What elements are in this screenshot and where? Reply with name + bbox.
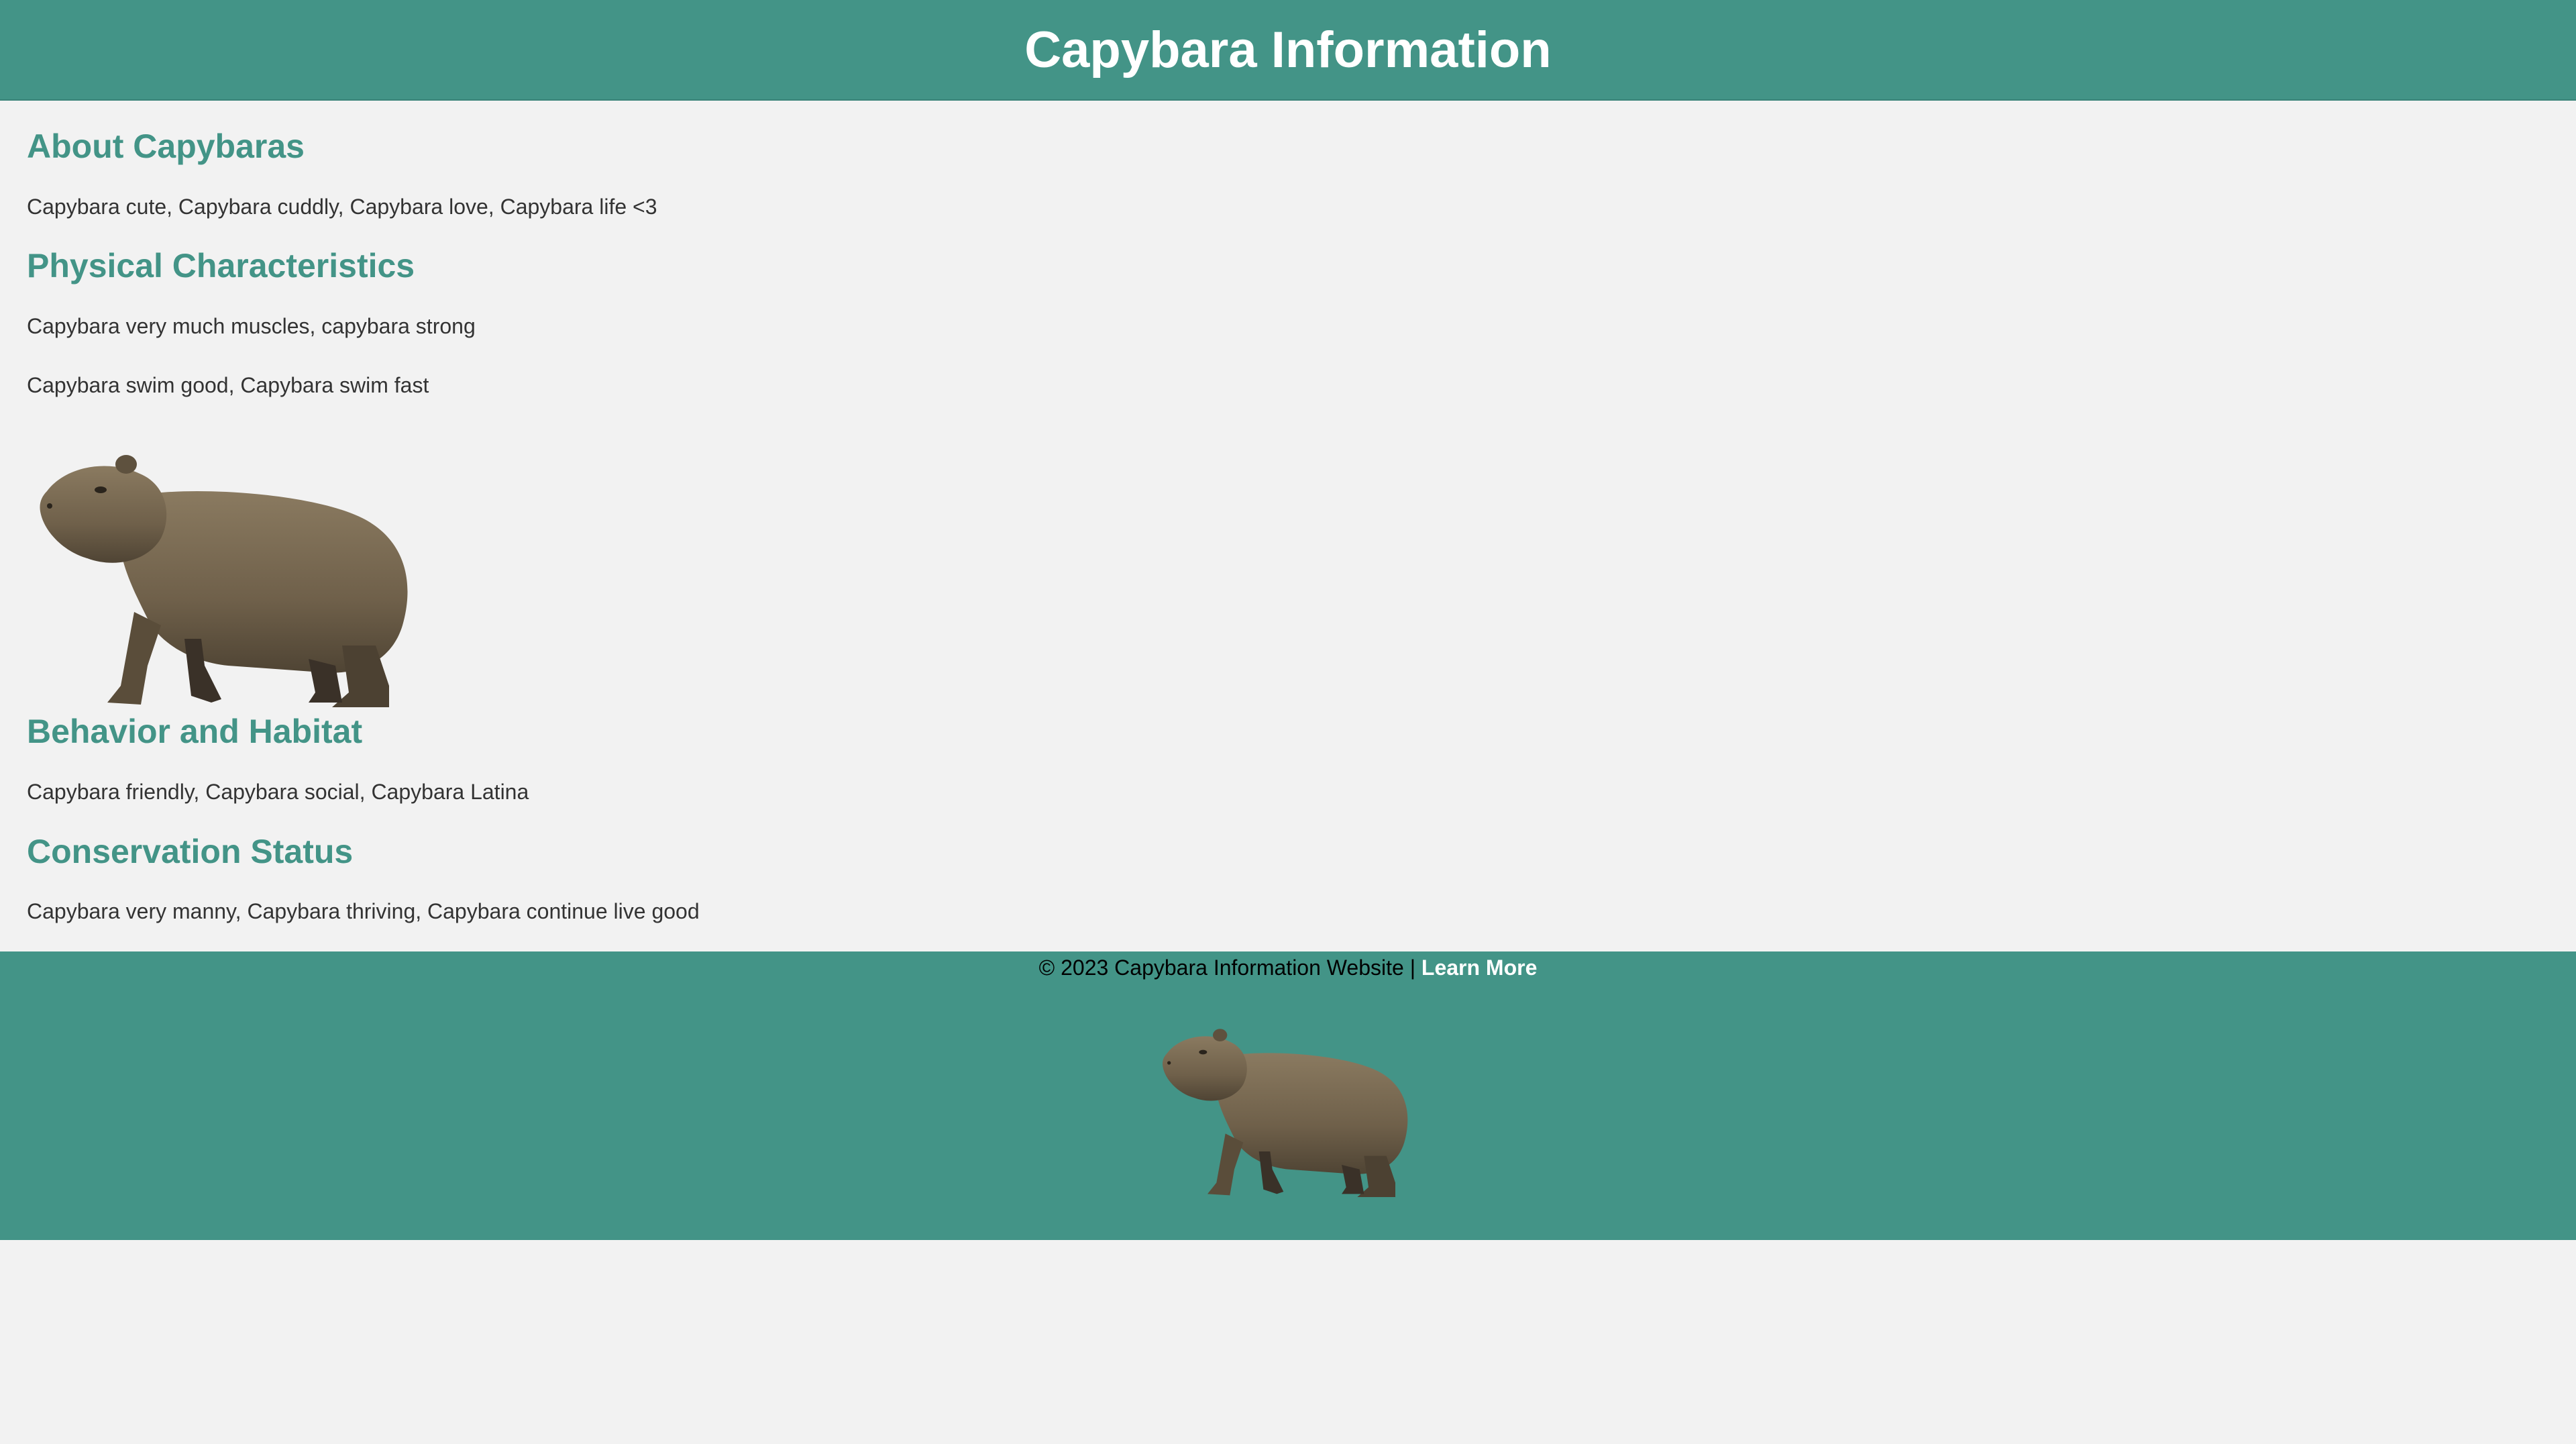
capybara-image xyxy=(27,444,429,713)
footer-copyright: © 2023 Capybara Information Website | xyxy=(1038,956,1421,980)
main-content: About Capybaras Capybara cute, Capybara … xyxy=(0,101,2576,924)
physical-text-1: Capybara very much muscles, capybara str… xyxy=(27,313,476,338)
physical-text-2: Capybara swim good, Capybara swim fast xyxy=(27,372,429,397)
physical-heading: Physical Characteristics xyxy=(27,247,415,285)
learn-more-link[interactable]: Learn More xyxy=(1421,956,1537,980)
conservation-heading: Conservation Status xyxy=(27,832,354,870)
conservation-text: Capybara very manny, Capybara thriving, … xyxy=(27,899,700,924)
behavior-text: Capybara friendly, Capybara social, Capy… xyxy=(27,779,529,804)
page-title: Capybara Information xyxy=(1024,21,1552,79)
site-footer: © 2023 Capybara Information Website | Le… xyxy=(0,951,2576,1240)
footer-copyright-line: © 2023 Capybara Information Website | Le… xyxy=(0,951,2576,980)
about-text: Capybara cute, Capybara cuddly, Capybara… xyxy=(27,194,657,219)
about-heading: About Capybaras xyxy=(27,127,305,165)
site-header: Capybara Information xyxy=(0,0,2576,101)
behavior-heading: Behavior and Habitat xyxy=(27,713,363,751)
footer-capybara-image xyxy=(1154,1021,1422,1202)
